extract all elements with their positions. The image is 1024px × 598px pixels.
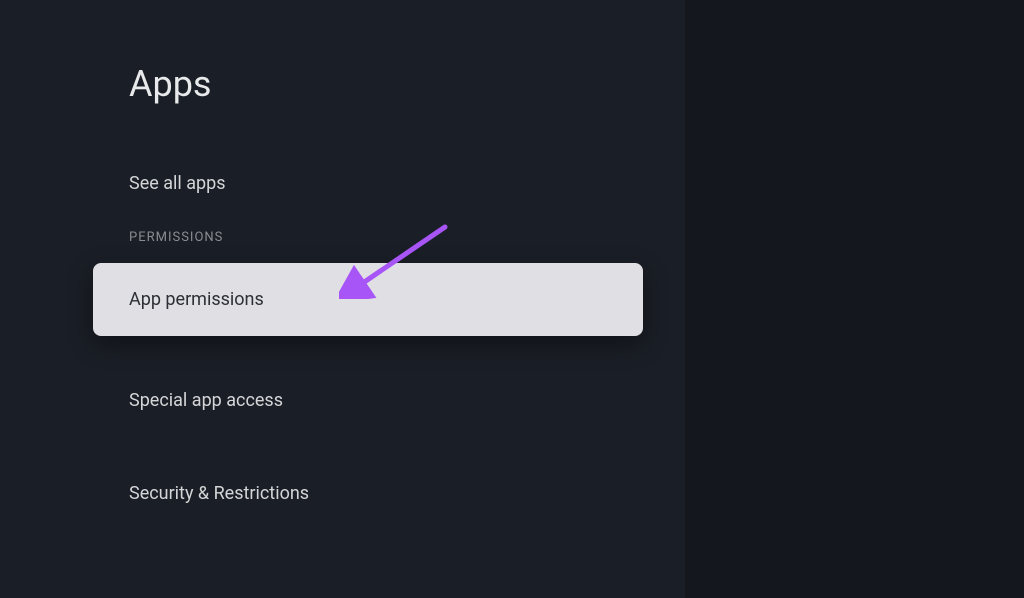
list-item-label: App permissions <box>129 289 264 310</box>
list-item-security-restrictions[interactable]: Security & Restrictions <box>93 471 685 516</box>
page-title: Apps <box>129 63 685 105</box>
settings-main-panel: Apps See all apps PERMISSIONS App permis… <box>0 0 685 598</box>
list-item-see-all-apps[interactable]: See all apps <box>93 161 685 206</box>
section-header-permissions: PERMISSIONS <box>93 230 685 245</box>
list-item-app-permissions[interactable]: App permissions <box>93 263 643 336</box>
settings-side-panel <box>685 0 1024 598</box>
list-item-special-app-access[interactable]: Special app access <box>93 378 685 423</box>
